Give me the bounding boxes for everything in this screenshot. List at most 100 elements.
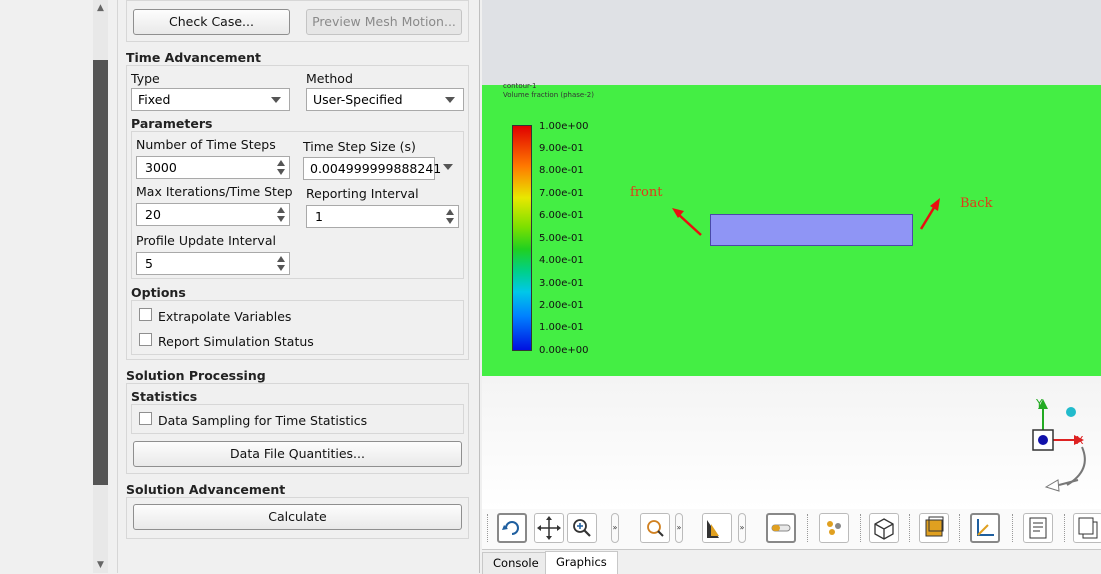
statistics-title: Statistics xyxy=(131,389,198,404)
3d-view-button[interactable] xyxy=(869,513,899,543)
toolbar-separator xyxy=(959,514,963,542)
graphics-toolbar: » » » xyxy=(482,509,1101,549)
time-step-size-label: Time Step Size (s) xyxy=(303,139,416,154)
spin-up-icon[interactable] xyxy=(446,209,454,215)
check-case-button[interactable]: Check Case... xyxy=(133,9,290,35)
copy-button[interactable] xyxy=(1073,513,1101,543)
graphics-window[interactable]: contour-1 Volume fraction (phase-2) 1.00… xyxy=(482,0,1101,574)
num-time-steps-value: 3000 xyxy=(145,160,177,175)
max-iterations-label: Max Iterations/Time Step xyxy=(136,184,293,199)
zoom-button[interactable] xyxy=(567,513,597,543)
zoom-to-fit-button[interactable] xyxy=(640,513,670,543)
options-title: Options xyxy=(131,285,186,300)
reporting-interval-input[interactable]: 1 xyxy=(306,205,459,228)
splitter[interactable] xyxy=(108,0,118,573)
rotate-icon xyxy=(502,521,519,535)
annotate-button[interactable] xyxy=(1023,513,1053,543)
more-tools-icon[interactable]: » xyxy=(675,513,683,543)
solution-processing-title: Solution Processing xyxy=(126,368,266,383)
back-arrow-icon xyxy=(919,198,940,230)
scene-icon xyxy=(925,516,944,537)
type-label: Type xyxy=(131,71,160,86)
more-tools-icon[interactable]: » xyxy=(738,513,746,543)
cube-icon xyxy=(874,518,894,540)
calculate-button[interactable]: Calculate xyxy=(133,504,462,530)
toolbar-separator xyxy=(807,514,811,542)
spin-up-icon[interactable] xyxy=(277,160,285,166)
axes-icon xyxy=(977,519,994,536)
front-arrow-icon xyxy=(672,208,702,236)
view-button[interactable] xyxy=(702,513,732,543)
chevron-down-icon xyxy=(445,97,455,103)
solution-advancement-title: Solution Advancement xyxy=(126,482,286,497)
num-time-steps-input[interactable]: 3000 xyxy=(136,156,290,179)
data-sampling-checkbox[interactable] xyxy=(139,412,152,425)
time-step-size-value: 0.004999999888241 xyxy=(310,161,442,176)
lights-icon xyxy=(827,521,841,535)
axis-triad[interactable]: Y X xyxy=(1022,395,1101,495)
scrollbar-thumb[interactable] xyxy=(93,60,108,485)
run-calculation-panel: Check Case... Preview Mesh Motion... Tim… xyxy=(118,0,480,573)
time-advancement-title: Time Advancement xyxy=(126,50,262,65)
spin-down-icon[interactable] xyxy=(277,169,285,175)
time-step-size-dropdown-icon[interactable] xyxy=(443,164,453,170)
profile-update-label: Profile Update Interval xyxy=(136,233,276,248)
toolbar-separator xyxy=(860,514,864,542)
more-tools-icon[interactable]: » xyxy=(611,513,619,543)
max-iterations-value: 20 xyxy=(145,207,161,222)
pan-button[interactable] xyxy=(534,513,564,543)
spin-down-icon[interactable] xyxy=(446,218,454,224)
left-pane-background xyxy=(0,0,93,573)
toolbar-separator xyxy=(1012,514,1016,542)
rotate-button[interactable] xyxy=(497,513,527,543)
method-value: User-Specified xyxy=(313,92,403,107)
spin-up-icon[interactable] xyxy=(277,256,285,262)
pan-icon xyxy=(537,516,561,540)
tab-console[interactable]: Console xyxy=(482,552,550,574)
scroll-up-icon[interactable]: ▲ xyxy=(93,0,108,16)
data-sampling-label: Data Sampling for Time Statistics xyxy=(158,413,368,428)
zoom-icon xyxy=(573,519,591,537)
extrapolate-checkbox[interactable] xyxy=(139,308,152,321)
report-status-label: Report Simulation Status xyxy=(158,334,314,349)
axes-button[interactable] xyxy=(970,513,1000,543)
profile-update-input[interactable]: 5 xyxy=(136,252,290,275)
reporting-interval-value: 1 xyxy=(315,209,323,224)
max-iterations-input[interactable]: 20 xyxy=(136,203,290,226)
method-label: Method xyxy=(306,71,353,86)
toolbar-separator xyxy=(1064,514,1068,542)
report-status-checkbox[interactable] xyxy=(139,333,152,346)
profile-update-value: 5 xyxy=(145,256,153,271)
reporting-interval-label: Reporting Interval xyxy=(306,186,419,201)
axis-x-label: X xyxy=(1076,434,1084,447)
extrapolate-label: Extrapolate Variables xyxy=(158,309,292,324)
type-select[interactable]: Fixed xyxy=(131,88,290,111)
vertical-scrollbar[interactable]: ▲ ▼ xyxy=(93,0,108,573)
tab-graphics[interactable]: Graphics xyxy=(545,551,618,574)
parameters-title: Parameters xyxy=(131,116,213,131)
view-icon xyxy=(707,520,719,538)
scene-button[interactable] xyxy=(919,513,949,543)
spin-up-icon[interactable] xyxy=(277,207,285,213)
spin-down-icon[interactable] xyxy=(277,265,285,271)
spin-down-icon[interactable] xyxy=(277,216,285,222)
copy-icon xyxy=(1078,517,1098,539)
preview-mesh-motion-button[interactable]: Preview Mesh Motion... xyxy=(306,9,462,35)
window-tabs: Console Graphics xyxy=(482,549,1101,574)
light-settings-button[interactable] xyxy=(819,513,849,543)
annotation-arrows xyxy=(672,198,940,236)
type-value: Fixed xyxy=(138,92,171,107)
toolbar-separator xyxy=(909,514,913,542)
time-step-size-input[interactable]: 0.004999999888241 xyxy=(303,157,441,180)
ruler-button[interactable] xyxy=(766,513,796,543)
method-select[interactable]: User-Specified xyxy=(306,88,464,111)
zoom-fit-icon xyxy=(647,520,664,537)
annotation-icon xyxy=(1029,517,1047,539)
ruler-icon xyxy=(771,524,791,532)
data-file-quantities-button[interactable]: Data File Quantities... xyxy=(133,441,462,467)
toolbar-grip[interactable] xyxy=(487,514,491,542)
num-time-steps-label: Number of Time Steps xyxy=(136,137,276,152)
axis-y-label: Y xyxy=(1035,397,1043,410)
scroll-down-icon[interactable]: ▼ xyxy=(93,557,108,573)
chevron-down-icon xyxy=(271,97,281,103)
